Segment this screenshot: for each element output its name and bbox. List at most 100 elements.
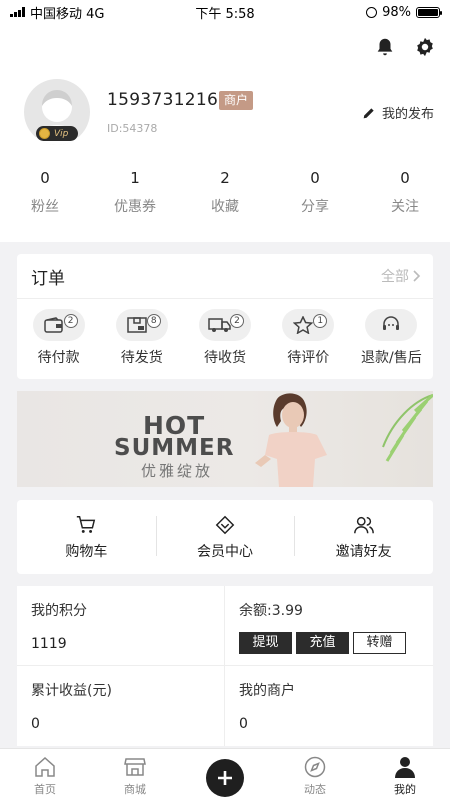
- shortcut-member-center[interactable]: 会员中心: [155, 514, 295, 561]
- tab-bar: 首页 商城 动态 我的: [0, 748, 450, 800]
- banner-subtitle: 优雅绽放: [141, 462, 214, 480]
- status-left: 中国移动 4G: [10, 3, 104, 22]
- order-pill: 8: [115, 309, 168, 341]
- order-pending-payment[interactable]: 2 待付款: [17, 309, 100, 367]
- shortcut-label: 购物车: [65, 543, 108, 560]
- tab-mall[interactable]: 商城: [90, 749, 180, 800]
- stat-label: 收藏: [211, 199, 239, 215]
- home-icon: [35, 756, 55, 777]
- shortcut-cart[interactable]: 购物车: [17, 514, 156, 561]
- shortcuts-card: 购物车 会员中心 邀请好友: [17, 500, 433, 574]
- orders-header: 订单 全部: [17, 254, 433, 299]
- merchants-value: 0: [239, 716, 248, 732]
- stat-label: 关注: [391, 199, 419, 215]
- tab-label: 商城: [124, 783, 146, 796]
- promo-banner[interactable]: HOT SUMMER 优雅绽放: [17, 391, 433, 487]
- order-pill: 2: [199, 309, 251, 341]
- stat-value: 2: [220, 169, 230, 187]
- stat-value: 0: [400, 169, 410, 187]
- status-bar: 中国移动 4G 下午 5:58 98%: [0, 0, 450, 24]
- bell-icon[interactable]: [374, 36, 396, 58]
- star-icon: [293, 316, 314, 334]
- orders-title: 订单: [31, 268, 65, 289]
- stat-fans[interactable]: 0 粉丝: [0, 169, 90, 216]
- order-count-badge: 1: [313, 314, 328, 328]
- earnings-cell[interactable]: 累计收益(元) 0: [17, 666, 225, 746]
- stat-label: 粉丝: [31, 199, 59, 215]
- tab-publish[interactable]: [180, 749, 270, 800]
- vip-badge: Vip: [36, 126, 78, 141]
- user-phone: 15937312161: [107, 90, 230, 110]
- tab-label: 首页: [34, 783, 56, 796]
- diamond-icon: [215, 515, 235, 534]
- tab-mine[interactable]: 我的: [360, 749, 450, 800]
- tab-home[interactable]: 首页: [0, 749, 90, 800]
- gear-icon[interactable]: [414, 36, 436, 58]
- my-posts-link[interactable]: 我的发布: [362, 103, 434, 122]
- order-label: 待评价: [287, 350, 330, 366]
- top-actions: [374, 36, 436, 58]
- stat-label: 优惠券: [114, 199, 156, 215]
- pencil-icon: [363, 107, 374, 118]
- withdraw-button[interactable]: 提现: [239, 632, 292, 654]
- stat-label: 分享: [301, 199, 329, 215]
- points-cell[interactable]: 我的积分 1119: [17, 586, 225, 666]
- balance-cell: 余额:3.99 提现 充值 转赠: [225, 586, 433, 666]
- battery-icon: [416, 6, 442, 18]
- stat-coupons[interactable]: 1 优惠券: [90, 169, 180, 216]
- stat-value: 0: [310, 169, 320, 187]
- points-label: 我的积分: [31, 603, 87, 619]
- tab-feed[interactable]: 动态: [270, 749, 360, 800]
- order-pill: [365, 309, 418, 341]
- order-status-row: 2 待付款 8 待发货 2 待收货 1 待评价 退款/售后: [17, 309, 433, 367]
- my-posts-label: 我的发布: [381, 107, 434, 122]
- merchants-cell[interactable]: 我的商户 0: [225, 666, 433, 746]
- view-all-label: 全部: [381, 269, 409, 285]
- order-label: 待收货: [204, 350, 246, 366]
- recharge-button[interactable]: 充值: [296, 632, 349, 654]
- orders-card: 订单 全部 2 待付款 8 待发货 2 待收货 1 待评价 退款/售后: [17, 254, 433, 379]
- order-pending-shipment[interactable]: 8 待发货: [100, 309, 183, 367]
- stats-row: 0 粉丝 1 优惠券 2 收藏 0 分享 0 关注: [0, 169, 450, 216]
- rotation-lock-icon: [366, 6, 378, 18]
- person-icon: [395, 757, 415, 778]
- earnings-label: 累计收益(元): [31, 683, 112, 699]
- stat-following[interactable]: 0 关注: [360, 169, 450, 216]
- stat-shares[interactable]: 0 分享: [270, 169, 360, 216]
- truck-icon: [208, 318, 231, 332]
- vip-label: Vip: [54, 128, 69, 139]
- shortcut-invite-friends[interactable]: 邀请好友: [294, 514, 433, 561]
- banner-line2: SUMMER: [114, 435, 235, 461]
- headset-icon: [383, 316, 400, 330]
- orders-view-all[interactable]: 全部: [381, 266, 421, 286]
- battery-percent: 98%: [382, 4, 411, 20]
- balance-actions: 提现 充值 转赠: [239, 632, 406, 654]
- order-label: 退款/售后: [361, 350, 422, 366]
- order-pending-review[interactable]: 1 待评价: [267, 309, 350, 367]
- tab-label: 动态: [304, 783, 326, 796]
- order-pending-receipt[interactable]: 2 待收货: [183, 309, 266, 367]
- chevron-right-icon: [413, 270, 421, 282]
- stat-favorites[interactable]: 2 收藏: [180, 169, 270, 216]
- wallet-icon: [43, 317, 63, 333]
- banner-model-image: [255, 393, 327, 487]
- assets-card: 我的积分 1119 余额:3.99 提现 充值 转赠 累计收益(元) 0 我的商…: [17, 586, 433, 746]
- transfer-button[interactable]: 转赠: [353, 632, 406, 654]
- points-value: 1119: [31, 636, 67, 652]
- order-refund[interactable]: 退款/售后: [350, 309, 433, 367]
- order-count-badge: 2: [63, 314, 78, 328]
- status-right: 98%: [366, 4, 442, 20]
- merchants-label: 我的商户: [239, 683, 295, 699]
- plus-icon: [218, 771, 232, 785]
- carrier-text: 中国移动 4G: [30, 6, 105, 22]
- order-count-badge: 2: [230, 314, 244, 328]
- order-pill: 1: [282, 309, 335, 341]
- order-pill: 2: [32, 309, 85, 341]
- profile-header: Vip 15937312161 商户 ID:54378 我的发布 0 粉丝 1 …: [0, 24, 450, 242]
- users-icon: [353, 516, 374, 533]
- stat-value: 1: [130, 169, 140, 187]
- crown-icon: [39, 128, 50, 139]
- user-id: ID:54378: [107, 122, 158, 135]
- tab-label: 我的: [394, 783, 416, 796]
- banner-leaf-image: [382, 393, 433, 462]
